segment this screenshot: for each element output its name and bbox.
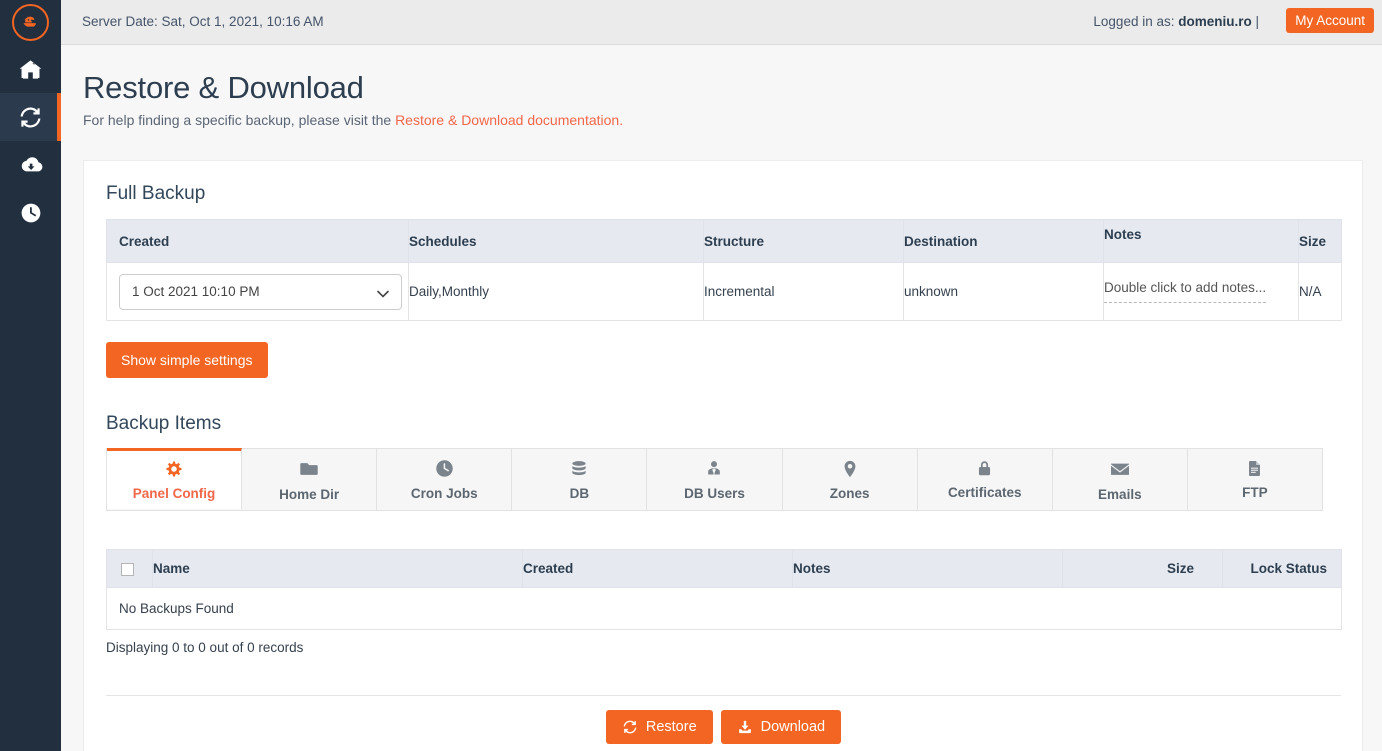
full-backup-row: 1 Oct 2021 10:10 PM Daily,Monthly Increm… [106, 262, 1342, 321]
tab-db-users[interactable]: DB Users [647, 449, 783, 510]
main-content: Restore & Download For help finding a sp… [61, 45, 1382, 751]
envelope-icon [1109, 458, 1131, 480]
tab-cron-jobs[interactable]: Cron Jobs [377, 449, 513, 510]
content-panel: Full Backup Created Schedules Structure … [83, 160, 1363, 751]
top-bar: Server Date: Sat, Oct 1, 2021, 10:16 AM … [61, 0, 1382, 45]
clock-icon [19, 201, 43, 225]
full-backup-title: Full Backup [106, 183, 206, 204]
column-notes: Notes [1103, 219, 1299, 263]
sidebar-item-schedule[interactable] [0, 189, 61, 237]
created-select-wrap: 1 Oct 2021 10:10 PM [119, 273, 402, 310]
footer-divider [106, 695, 1341, 696]
home-icon [18, 57, 43, 82]
notes-placeholder[interactable]: Double click to add notes... [1104, 280, 1267, 303]
cell-notes[interactable]: Double click to add notes... [1103, 262, 1299, 321]
user-icon [704, 459, 724, 479]
sidebar-item-cloud-backup[interactable] [0, 141, 61, 189]
logged-in-username: domeniu.ro [1178, 14, 1252, 29]
cell-created: 1 Oct 2021 10:10 PM [106, 262, 409, 321]
tab-certificates[interactable]: Certificates [918, 449, 1053, 510]
app-logo[interactable] [0, 0, 73, 45]
column-size: Size [1062, 549, 1223, 588]
backup-items-tabs: Panel Config Home Dir Cron Jobs DB DB Us… [106, 448, 1323, 511]
full-backup-header-row: Created Schedules Structure Destination … [106, 219, 1342, 263]
cell-structure: Incremental [703, 262, 904, 321]
column-size: Size [1298, 219, 1342, 263]
column-lock-status: Lock Status [1222, 549, 1342, 588]
folder-icon [298, 458, 320, 480]
tab-label: Certificates [947, 485, 1022, 500]
tab-label: FTP [1242, 485, 1268, 500]
server-date-label: Server Date: Sat, Oct 1, 2021, 10:16 AM [82, 14, 324, 29]
documentation-link[interactable]: Restore & Download documentation. [395, 112, 623, 128]
logged-in-prefix: Logged in as: [1093, 14, 1179, 29]
tab-zones[interactable]: Zones [783, 449, 918, 510]
table-row-empty: No Backups Found [106, 587, 1342, 630]
restore-button[interactable]: Restore [605, 710, 713, 744]
created-select[interactable]: 1 Oct 2021 10:10 PM [119, 273, 402, 310]
database-icon [569, 459, 589, 479]
tab-label: DB Users [684, 485, 745, 501]
full-backup-table: Created Schedules Structure Destination … [106, 219, 1342, 321]
file-icon [1245, 459, 1264, 478]
column-destination: Destination [903, 219, 1104, 263]
sidebar-item-home[interactable] [0, 45, 61, 93]
tab-emails[interactable]: Emails [1053, 449, 1188, 510]
page-subtitle-text: For help finding a specific backup, plea… [83, 112, 396, 128]
logged-in-suffix: | [1251, 14, 1259, 29]
tab-ftp[interactable]: FTP [1188, 449, 1322, 510]
backup-items-header-row: Name Created Notes Size Lock Status [106, 549, 1342, 588]
sync-icon [622, 719, 638, 735]
download-button[interactable]: Download [720, 710, 842, 744]
column-created: Created [522, 549, 793, 588]
gear-icon [164, 459, 184, 479]
cell-size: N/A [1298, 262, 1342, 321]
download-icon [737, 719, 753, 735]
show-simple-settings-button[interactable]: Show simple settings [106, 342, 268, 378]
sync-icon [18, 105, 43, 130]
backup-items-table: Name Created Notes Size Lock Status No B… [106, 549, 1342, 630]
cell-schedules: Daily,Monthly [408, 262, 704, 321]
tab-label: DB [569, 485, 590, 501]
cell-destination: unknown [903, 262, 1104, 321]
restore-button-label: Restore [645, 719, 697, 735]
column-notes: Notes [792, 549, 1063, 588]
page-subtitle: For help finding a specific backup, plea… [83, 112, 623, 128]
tab-label: Cron Jobs [410, 486, 478, 501]
cloud-download-icon [18, 152, 44, 178]
tab-label: Panel Config [132, 486, 216, 501]
column-name: Name [152, 549, 523, 588]
column-structure: Structure [703, 219, 904, 263]
tab-label: Zones [829, 485, 870, 501]
records-info: Displaying 0 to 0 out of 0 records [106, 640, 304, 655]
page-title: Restore & Download [83, 70, 364, 105]
sidebar-item-backup-restore[interactable] [0, 93, 61, 141]
tab-label: Emails [1098, 486, 1142, 502]
download-button-label: Download [760, 719, 826, 735]
cyberpanel-logo-icon [12, 4, 49, 41]
tab-panel-config[interactable]: Panel Config [107, 448, 243, 509]
column-created: Created [106, 219, 409, 263]
clock-icon [434, 458, 455, 479]
tab-label: Home Dir [279, 486, 340, 502]
footer-actions: Restore Download [106, 710, 1341, 744]
empty-message: No Backups Found [106, 587, 1342, 630]
lock-icon [975, 459, 994, 478]
map-pin-icon [840, 459, 860, 479]
my-account-button[interactable]: My Account [1286, 8, 1374, 33]
column-schedules: Schedules [408, 219, 704, 263]
column-select-all [106, 549, 153, 588]
tab-db[interactable]: DB [512, 449, 648, 510]
backup-items-title: Backup Items [106, 413, 222, 434]
logged-in-info: Logged in as: domeniu.ro | [1093, 14, 1259, 29]
select-all-checkbox[interactable] [121, 562, 134, 576]
sidebar [0, 0, 73, 751]
tab-home-dir[interactable]: Home Dir [242, 449, 378, 510]
